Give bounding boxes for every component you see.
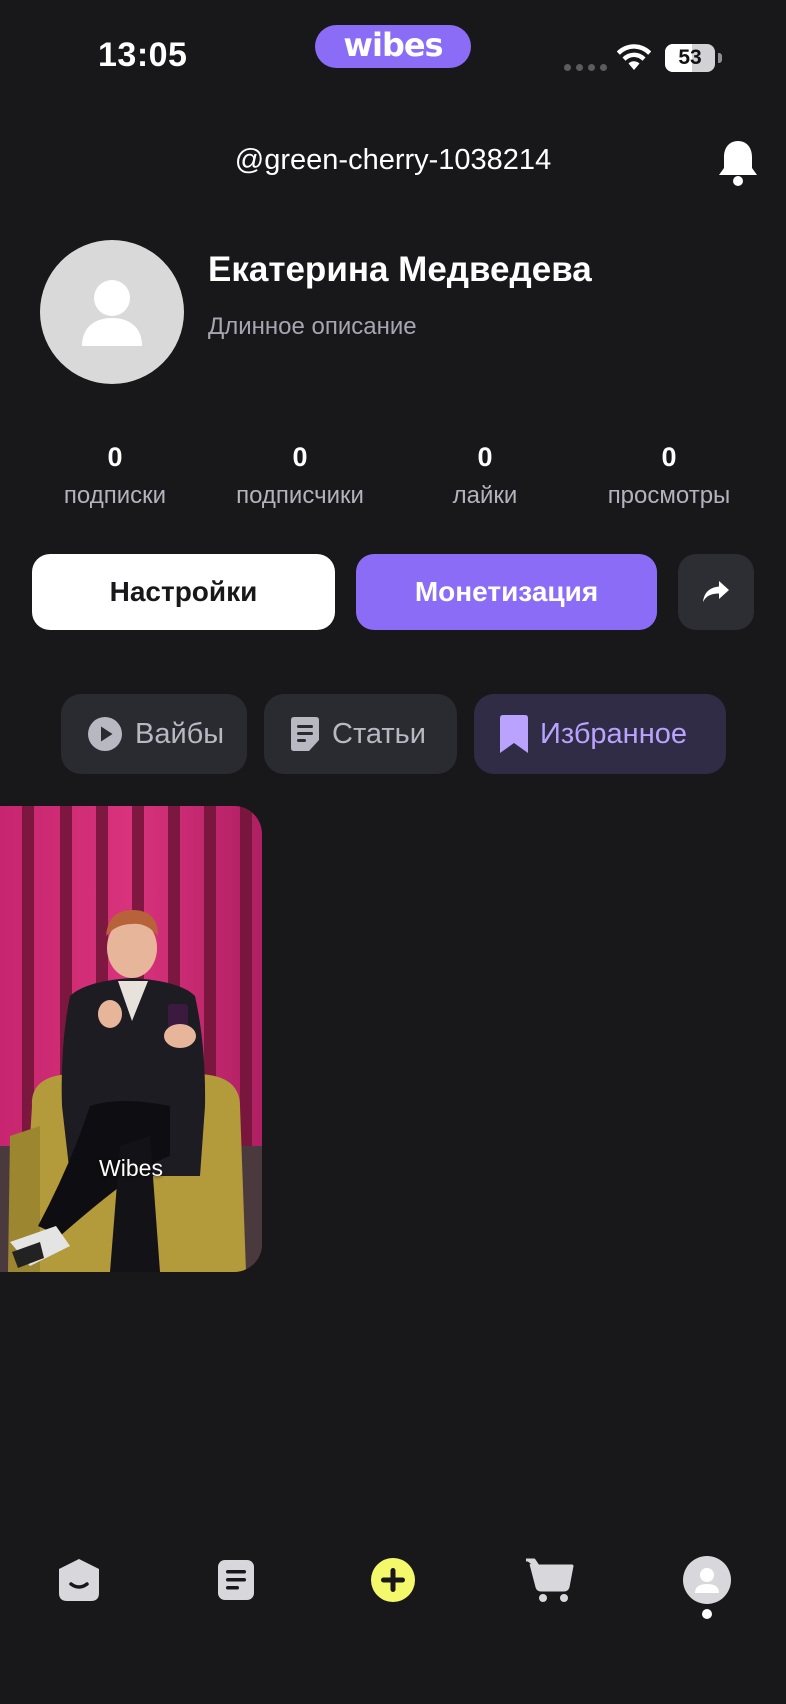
stat-views[interactable]: 0 просмотры	[574, 442, 764, 510]
nav-vibes-feed[interactable]	[49, 1552, 109, 1608]
video-caption: Wibes	[99, 1155, 163, 1181]
profile-username: @green-cherry-1038214	[234, 144, 552, 176]
face-icon	[59, 1559, 99, 1601]
battery-level: 53	[678, 46, 702, 69]
user-placeholder-icon	[82, 280, 142, 346]
wifi-icon	[616, 44, 652, 70]
cellular-signal-icon	[564, 64, 607, 71]
document-icon	[218, 1560, 254, 1600]
stat-label: подписки	[63, 482, 167, 509]
share-button[interactable]	[678, 554, 754, 630]
stat-value: 0	[107, 442, 123, 472]
stat-value: 0	[661, 442, 677, 472]
tab-vibes-label: Вайбы	[135, 717, 225, 750]
profile-description: Длинное описание	[208, 313, 417, 340]
nav-articles[interactable]	[206, 1552, 266, 1608]
share-arrow-icon	[703, 581, 729, 602]
stat-label: подписчики	[236, 482, 364, 509]
play-circle-icon	[88, 717, 122, 751]
tab-articles[interactable]: Статьи	[264, 694, 457, 774]
battery-indicator: 53	[665, 44, 722, 72]
stat-likes[interactable]: 0 лайки	[390, 442, 580, 510]
article-icon	[291, 717, 319, 751]
profile-name: Екатерина Медведева	[208, 250, 592, 289]
stat-subscribers[interactable]: 0 подписчики	[205, 442, 395, 510]
monetization-button[interactable]: Монетизация	[356, 554, 657, 630]
video-thumbnail-image	[0, 806, 262, 1272]
brand-logo: wibes	[315, 25, 471, 68]
stat-value: 0	[292, 442, 308, 472]
brand-logo-text: wibes	[343, 25, 443, 64]
stat-label: лайки	[452, 482, 518, 509]
settings-button[interactable]: Настройки	[32, 554, 335, 630]
nav-create[interactable]	[363, 1552, 423, 1608]
tab-favorites[interactable]: Избранное	[474, 694, 726, 774]
stat-value: 0	[477, 442, 493, 472]
bell-icon[interactable]	[716, 138, 760, 188]
tab-articles-label: Статьи	[332, 717, 426, 750]
plus-circle-icon	[371, 1558, 415, 1602]
nav-profile[interactable]	[677, 1552, 737, 1608]
stat-subscriptions[interactable]: 0 подписки	[20, 442, 210, 510]
stat-label: просмотры	[607, 482, 731, 509]
tab-favorites-label: Избранное	[540, 717, 687, 750]
active-tab-indicator	[702, 1609, 712, 1619]
tab-vibes[interactable]: Вайбы	[61, 694, 247, 774]
nav-shop[interactable]	[520, 1552, 580, 1608]
profile-avatar-icon	[683, 1556, 731, 1604]
cart-icon	[526, 1558, 574, 1602]
profile-avatar[interactable]	[40, 240, 184, 384]
bookmark-icon	[500, 715, 528, 753]
video-thumbnail[interactable]	[0, 806, 262, 1272]
status-time: 13:05	[98, 36, 188, 74]
